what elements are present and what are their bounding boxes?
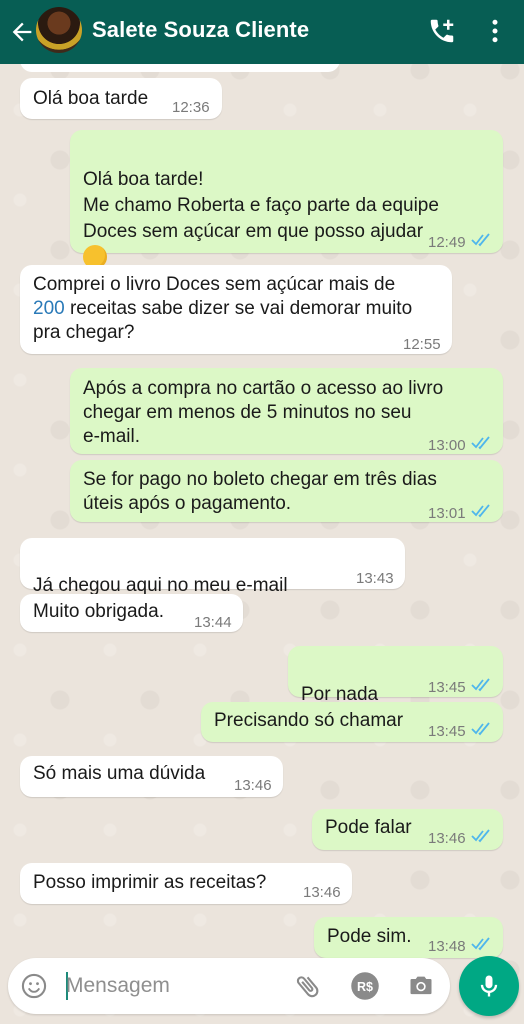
- message-text: Muito obrigada.: [33, 601, 164, 622]
- read-ticks-icon: [471, 678, 490, 692]
- number-link[interactable]: 200: [33, 298, 65, 319]
- message-time: 13:00: [428, 437, 466, 454]
- read-ticks-icon: [471, 829, 490, 843]
- microphone-icon: [480, 975, 498, 997]
- message-time: 13:43: [356, 570, 394, 587]
- svg-text:R$: R$: [357, 980, 373, 994]
- avatar[interactable]: [36, 7, 82, 53]
- message-time: 13:01: [428, 505, 466, 522]
- message-text: Pode falar: [325, 817, 412, 838]
- message-time: 12:55: [403, 336, 441, 353]
- message-text: Pode sim.: [327, 926, 412, 947]
- read-ticks-icon: [471, 504, 490, 518]
- message-time: 13:46: [428, 830, 466, 847]
- message-bubble-incoming[interactable]: Só mais uma dúvida 13:46: [20, 756, 283, 797]
- message-time: 12:49: [428, 234, 466, 251]
- message-bubble-outgoing[interactable]: Pode sim. 13:48: [314, 917, 503, 958]
- add-call-icon[interactable]: [427, 16, 457, 46]
- message-time: 13:44: [194, 614, 232, 631]
- message-text: receitas sabe dizer se vai demorar muito…: [33, 298, 413, 343]
- mic-button[interactable]: [459, 956, 519, 1016]
- message-time: 13:45: [428, 679, 466, 696]
- arrow-left-icon[interactable]: [8, 18, 36, 46]
- message-text-wrap: Comprei o livro Doces sem açúcar mais de…: [33, 273, 412, 345]
- camera-icon[interactable]: [406, 972, 436, 1000]
- message-bubble-incoming[interactable]: Muito obrigada. 13:44: [20, 594, 243, 632]
- message-text: Posso imprimir as receitas?: [33, 872, 267, 893]
- message-text: Após a compra no cartão o acesso ao livr…: [83, 378, 444, 447]
- message-time: 12:36: [172, 99, 210, 116]
- message-text: Comprei o livro Doces sem açúcar mais de: [33, 274, 396, 295]
- message-composer: Mensagem R$: [8, 958, 450, 1014]
- paperclip-icon[interactable]: [294, 972, 322, 1000]
- emoji-icon[interactable]: [20, 972, 48, 1000]
- message-bubble-outgoing[interactable]: Se for pago no boleto chegar em três dia…: [70, 460, 503, 522]
- chat-header: Salete Souza Cliente: [0, 0, 524, 64]
- payment-rs-icon[interactable]: R$: [350, 971, 380, 1001]
- more-vert-icon[interactable]: [480, 16, 510, 46]
- message-time: 13:45: [428, 723, 466, 740]
- read-ticks-icon: [471, 937, 490, 951]
- read-ticks-icon: [471, 436, 490, 450]
- contact-name[interactable]: Salete Souza Cliente: [92, 17, 309, 43]
- message-bubble-incoming[interactable]: Posso imprimir as receitas? 13:46: [20, 863, 352, 904]
- message-bubble-outgoing[interactable]: Por nada 13:45: [288, 646, 503, 731]
- message-bubble-incoming[interactable]: Comprei o livro Doces sem açúcar mais de…: [20, 265, 452, 354]
- message-bubble-outgoing[interactable]: Após a compra no cartão o acesso ao livr…: [70, 368, 503, 454]
- message-bubble-incoming[interactable]: Já chegou aqui no meu e-mail 13:43: [20, 538, 405, 622]
- read-ticks-icon: [471, 233, 490, 247]
- message-text: Se for pago no boleto chegar em três dia…: [83, 469, 437, 514]
- message-input[interactable]: Mensagem: [66, 974, 170, 998]
- message-text: Precisando só chamar: [214, 710, 404, 731]
- message-bubble-incoming[interactable]: Olá boa tarde 12:36: [20, 78, 222, 119]
- message-time: 13:46: [234, 777, 272, 794]
- message-bubble-outgoing[interactable]: Olá boa tarde! Me chamo Roberta e faço p…: [70, 130, 503, 269]
- message-time: 13:48: [428, 938, 466, 955]
- message-text-wrap: Olá boa tarde! Me chamo Roberta e faço p…: [83, 141, 439, 273]
- message-bubble-outgoing[interactable]: Precisando só chamar 13:45: [201, 702, 503, 742]
- message-bubble-outgoing[interactable]: Pode falar 13:46: [312, 809, 503, 850]
- read-ticks-icon: [471, 722, 490, 736]
- message-text: Olá boa tarde! Me chamo Roberta e faço p…: [83, 169, 439, 242]
- message-text: Olá boa tarde: [33, 88, 149, 109]
- message-text: Só mais uma dúvida: [33, 763, 206, 784]
- message-time: 13:46: [303, 884, 341, 901]
- message-text: Já chegou aqui no meu e-mail: [33, 575, 288, 596]
